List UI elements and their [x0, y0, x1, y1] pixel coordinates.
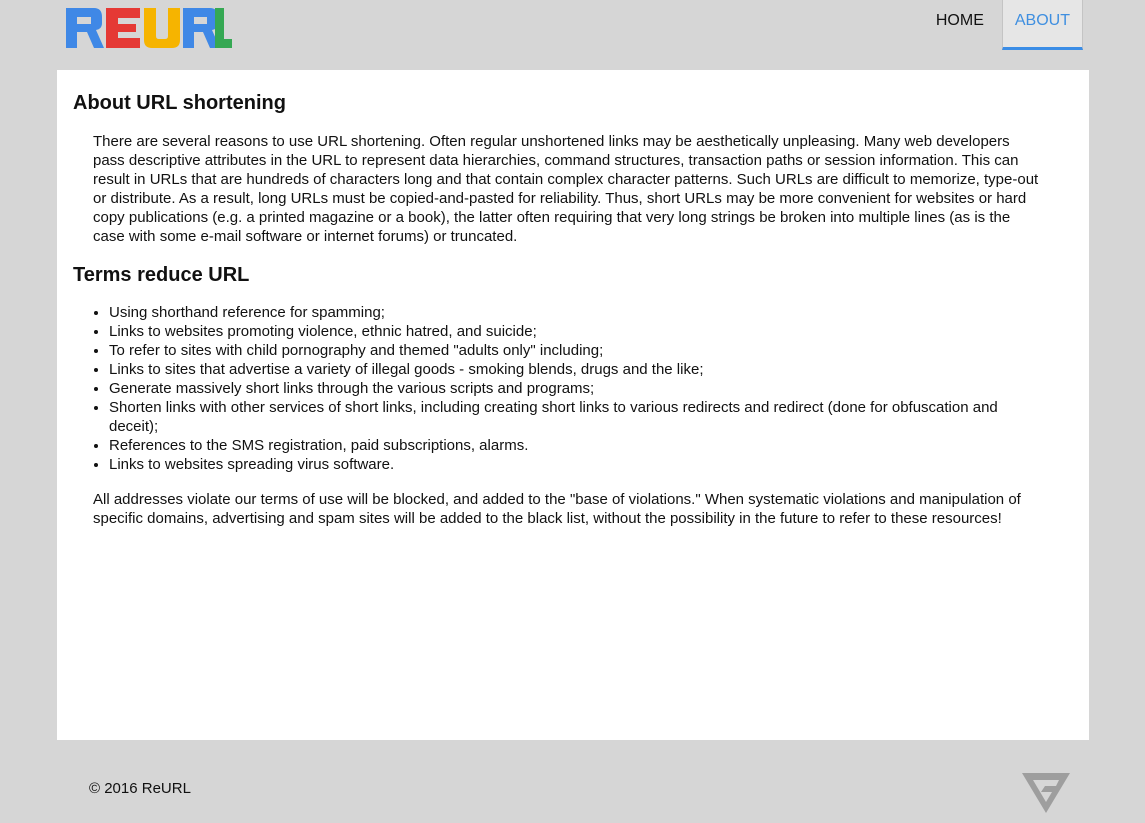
list-item: References to the SMS registration, paid… — [109, 436, 1043, 455]
copyright-text: © 2016 ReURL — [89, 780, 191, 797]
list-item: Using shorthand reference for spamming; — [109, 303, 1043, 322]
triangle-v-logo-icon[interactable] — [1021, 772, 1071, 814]
closing-paragraph: All addresses violate our terms of use w… — [93, 491, 1021, 527]
reurl-logo[interactable] — [64, 6, 232, 50]
list-item: To refer to sites with child pornography… — [109, 341, 1043, 360]
terms-heading: Terms reduce URL — [73, 264, 250, 286]
list-item: Shorten links with other services of sho… — [109, 398, 1043, 436]
terms-list: Using shorthand reference for spamming; … — [73, 303, 1073, 474]
list-item: Links to sites that advertise a variety … — [109, 360, 1043, 379]
content-card: About URL shortening There are several r… — [57, 70, 1089, 740]
nav-about[interactable]: ABOUT — [1001, 0, 1083, 50]
site-header: HOME ABOUT — [0, 0, 1145, 70]
main-nav: HOME ABOUT — [918, 0, 1083, 50]
list-item: Links to websites promoting violence, et… — [109, 322, 1043, 341]
list-item: Generate massively short links through t… — [109, 379, 1043, 398]
list-item: Links to websites spreading virus softwa… — [109, 455, 1043, 474]
intro-paragraph: There are several reasons to use URL sho… — [93, 133, 1039, 245]
nav-home[interactable]: HOME — [918, 0, 1002, 50]
page-title: About URL shortening — [73, 92, 286, 114]
